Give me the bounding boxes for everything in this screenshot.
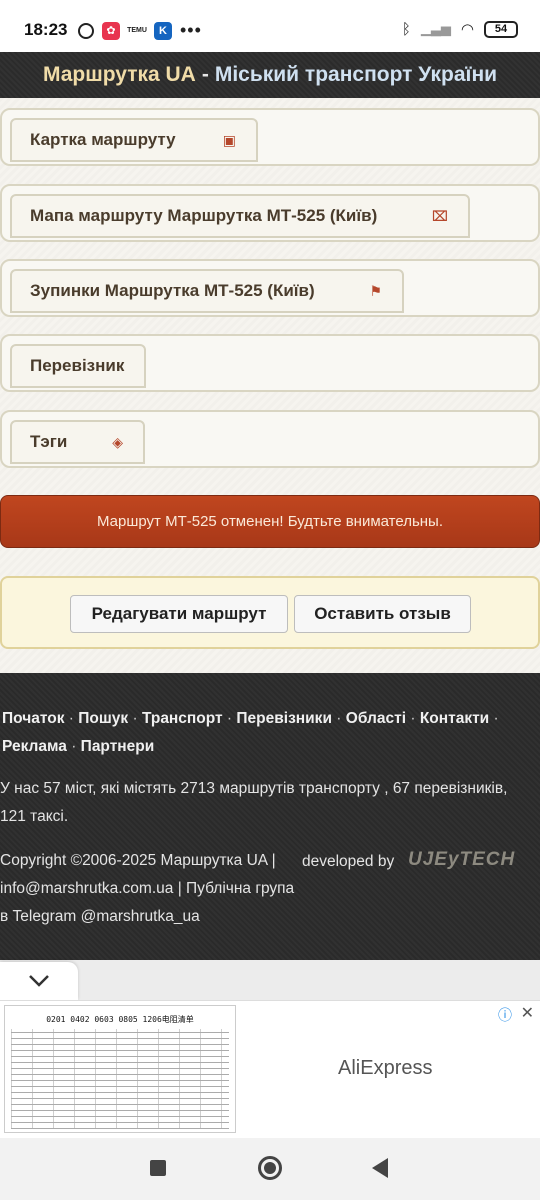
- bus-icon: ▣: [222, 131, 236, 148]
- signal-icon: ▁▃▅: [420, 21, 451, 36]
- copyright-text: Copyright ©2006-2025 Маршрутка UA | info…: [0, 852, 295, 925]
- footer-link-ads[interactable]: Реклама: [2, 738, 67, 755]
- chevron-down-icon: [29, 975, 49, 987]
- developer-logo[interactable]: UJEyTECH: [408, 849, 515, 871]
- ad-banner[interactable]: 0201 0402 0603 0805 1206电阻清单 AliExpress …: [0, 1000, 540, 1138]
- panel-carrier: Перевізник: [0, 334, 540, 392]
- ad-info-icon[interactable]: ⓘ: [498, 1005, 512, 1025]
- wifi-icon: ◠: [460, 21, 474, 38]
- alarm-icon: [78, 22, 94, 39]
- ad-brand[interactable]: AliExpress: [338, 1057, 432, 1080]
- tab-label: Картка маршруту: [30, 130, 176, 149]
- tab-route-stops[interactable]: Зупинки Маршрутка МТ-525 (Київ) ⚑: [10, 269, 404, 313]
- system-icons: ᛒ ▁▃▅ ◠ 54: [402, 20, 518, 38]
- route-cancelled-alert: Маршрут МТ-525 отменен! Будтьте внимател…: [0, 495, 540, 548]
- tab-label: Мапа маршруту Маршрутка МТ-525 (Київ): [30, 206, 378, 225]
- tab-route-card[interactable]: Картка маршруту ▣: [10, 118, 258, 162]
- site-subtitle: Міський транспорт України: [214, 63, 498, 86]
- notification-icons: ✿ TEMU K •••: [78, 20, 202, 41]
- battery-icon: 54: [484, 20, 518, 38]
- k-app-icon: K: [154, 21, 172, 40]
- tab-route-map[interactable]: Мапа маршруту Маршрутка МТ-525 (Київ) ⌧: [10, 194, 470, 238]
- ad-image-title: 0201 0402 0603 0805 1206电阻清单: [46, 1015, 194, 1024]
- system-nav-bar: [0, 1138, 540, 1200]
- more-notifications-icon: •••: [180, 20, 202, 40]
- tab-label: Зупинки Маршрутка МТ-525 (Київ): [30, 281, 315, 300]
- alert-text: Маршрут МТ-525 отменен! Будтьте внимател…: [96, 513, 444, 530]
- tab-tags[interactable]: Тэги ◈: [10, 420, 145, 464]
- temu-app-icon: TEMU: [127, 27, 147, 34]
- map-icon: ⌧: [431, 207, 448, 224]
- tab-carrier[interactable]: Перевізник: [10, 344, 146, 388]
- status-time: 18:23: [24, 20, 68, 39]
- home-icon[interactable]: [258, 1156, 282, 1180]
- ad-collapse-button[interactable]: [0, 962, 78, 1000]
- site-footer: Початок · Пошук · Транспорт · Перевізник…: [0, 673, 540, 960]
- panel-route-map: Мапа маршруту Маршрутка МТ-525 (Київ) ⌧: [0, 184, 540, 242]
- ad-image[interactable]: 0201 0402 0603 0805 1206电阻清单: [4, 1005, 236, 1133]
- gift-app-icon: ✿: [102, 21, 120, 40]
- footer-link-home[interactable]: Початок: [2, 710, 64, 727]
- leave-review-button[interactable]: Оставить отзыв: [294, 595, 471, 633]
- recent-apps-icon[interactable]: [150, 1160, 166, 1176]
- flag-icon: ⚑: [369, 282, 382, 299]
- site-header[interactable]: Маршрутка UA - Міський транспорт України: [0, 52, 540, 98]
- ad-strip: [0, 960, 540, 1000]
- site-brand-link[interactable]: Маршрутка UA: [43, 63, 196, 87]
- status-bar: 18:23 ✿ TEMU K ••• ᛒ ▁▃▅ ◠ 54: [0, 0, 540, 52]
- panel-route-stops: Зупинки Маршрутка МТ-525 (Київ) ⚑: [0, 259, 540, 317]
- bluetooth-icon: ᛒ: [401, 20, 411, 38]
- tag-icon: ◈: [112, 433, 123, 450]
- footer-link-transport[interactable]: Транспорт: [142, 710, 223, 727]
- footer-link-regions[interactable]: Області: [346, 710, 406, 727]
- footer-link-partners[interactable]: Партнери: [81, 738, 155, 755]
- back-icon[interactable]: [372, 1158, 388, 1178]
- ad-close-icon[interactable]: ✕: [521, 1003, 534, 1023]
- site-stats: У нас 57 міст, які містять 2713 маршруті…: [0, 780, 508, 825]
- footer-link-search[interactable]: Пошук: [78, 710, 128, 727]
- footer-link-contacts[interactable]: Контакти: [420, 710, 489, 727]
- edit-route-button[interactable]: Редагувати маршрут: [70, 595, 288, 633]
- tab-label: Перевізник: [30, 356, 125, 375]
- route-actions: Редагувати маршрут Оставить отзыв: [0, 576, 540, 649]
- header-separator: -: [201, 63, 209, 86]
- footer-link-carriers[interactable]: Перевізники: [236, 710, 332, 727]
- tab-label: Тэги: [30, 432, 68, 451]
- developed-by-label: developed by: [302, 853, 395, 870]
- panel-tags: Тэги ◈: [0, 410, 540, 468]
- main-content: Картка маршруту ▣ Мапа маршруту Маршрутк…: [0, 98, 540, 673]
- panel-route-card: Картка маршруту ▣: [0, 108, 540, 166]
- ad-image-table: [11, 1029, 229, 1129]
- footer-nav: Початок · Пошук · Транспорт · Перевізник…: [2, 710, 499, 755]
